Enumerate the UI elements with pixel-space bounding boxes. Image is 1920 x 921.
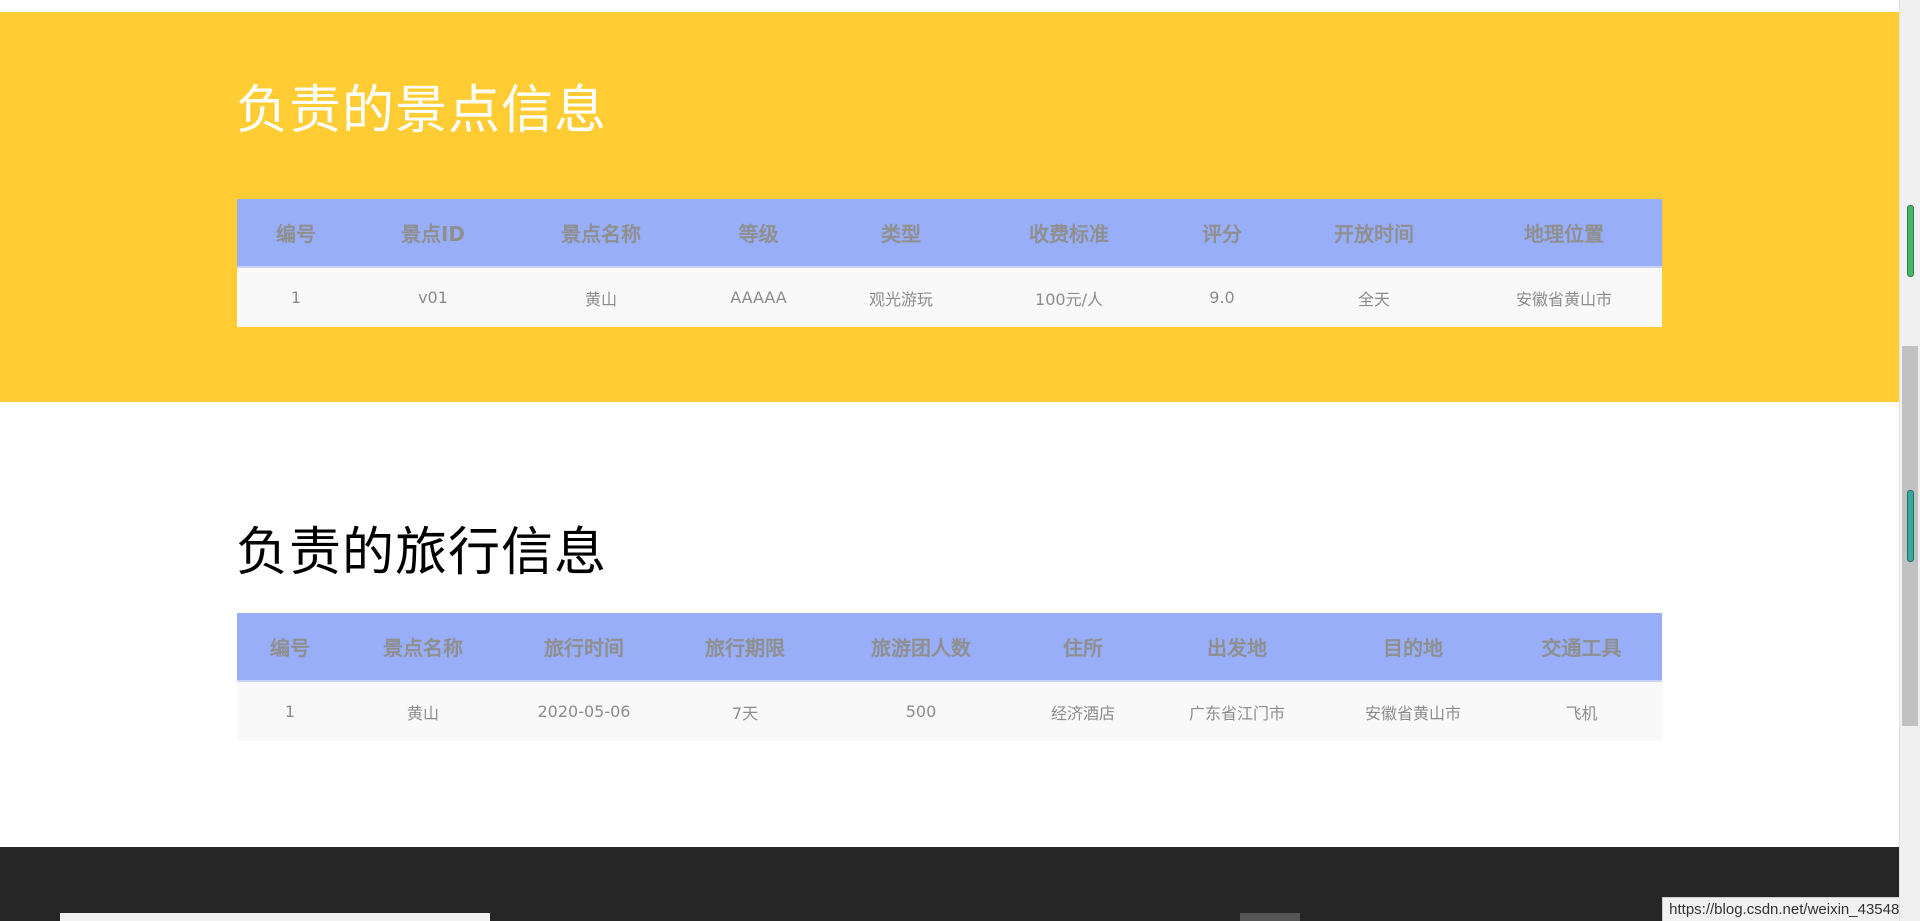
spot-info-section: 负责的景点信息 编号 景点ID 景点名称 等级 类型 收费标准 评分 开放时间 … xyxy=(0,12,1899,402)
spot-cell-type: 观光游玩 xyxy=(826,267,976,327)
scroll-marker-teal xyxy=(1907,490,1914,562)
spot-info-table: 编号 景点ID 景点名称 等级 类型 收费标准 评分 开放时间 地理位置 1 v… xyxy=(237,199,1662,327)
travel-cell-departure: 广东省江门市 xyxy=(1149,681,1325,741)
travel-cell-spot-name: 黄山 xyxy=(343,681,503,741)
spot-cell-rating: 9.0 xyxy=(1162,267,1282,327)
travel-cell-transport: 飞机 xyxy=(1501,681,1662,741)
spot-cell-spot-id: v01 xyxy=(355,267,511,327)
travel-cell-group-size: 500 xyxy=(825,681,1017,741)
travel-header-lodging: 住所 xyxy=(1017,613,1149,682)
spot-header-rating: 评分 xyxy=(1162,199,1282,268)
spot-header-spot-name: 景点名称 xyxy=(511,199,691,268)
travel-header-spot-name: 景点名称 xyxy=(343,613,503,682)
spot-header-location: 地理位置 xyxy=(1466,199,1662,268)
travel-info-table: 编号 景点名称 旅行时间 旅行期限 旅游团人数 住所 出发地 目的地 交通工具 … xyxy=(237,613,1662,741)
footer-input-edge xyxy=(60,913,490,921)
travel-section-title: 负责的旅行信息 xyxy=(236,523,608,583)
spot-cell-open-time: 全天 xyxy=(1282,267,1466,327)
spot-header-open-time: 开放时间 xyxy=(1282,199,1466,268)
travel-header-transport: 交通工具 xyxy=(1501,613,1662,682)
footer-divider xyxy=(1240,913,1300,921)
spot-header-fee: 收费标准 xyxy=(976,199,1162,268)
spot-cell-location: 安徽省黄山市 xyxy=(1466,267,1662,327)
spot-cell-id: 1 xyxy=(237,267,355,327)
status-bar-url: https://blog.csdn.net/weixin_4354831 xyxy=(1662,897,1920,921)
travel-header-duration: 旅行期限 xyxy=(665,613,825,682)
travel-table-header-row: 编号 景点名称 旅行时间 旅行期限 旅游团人数 住所 出发地 目的地 交通工具 xyxy=(237,613,1662,682)
travel-cell-lodging: 经济酒店 xyxy=(1017,681,1149,741)
scroll-marker-green xyxy=(1907,205,1914,277)
travel-header-group-size: 旅游团人数 xyxy=(825,613,1017,682)
travel-cell-id: 1 xyxy=(237,681,343,741)
spot-cell-spot-name: 黄山 xyxy=(511,267,691,327)
table-row: 1 v01 黄山 AAAAA 观光游玩 100元/人 9.0 全天 安徽省黄山市 xyxy=(237,267,1662,327)
spot-header-type: 类型 xyxy=(826,199,976,268)
table-row: 1 黄山 2020-05-06 7天 500 经济酒店 广东省江门市 安徽省黄山… xyxy=(237,681,1662,741)
travel-cell-duration: 7天 xyxy=(665,681,825,741)
page-footer xyxy=(0,847,1899,921)
top-strip xyxy=(0,0,1899,12)
spot-header-spot-id: 景点ID xyxy=(355,199,511,268)
travel-header-travel-date: 旅行时间 xyxy=(503,613,665,682)
spot-header-id: 编号 xyxy=(237,199,355,268)
travel-header-destination: 目的地 xyxy=(1325,613,1501,682)
spot-cell-fee: 100元/人 xyxy=(976,267,1162,327)
spot-cell-level: AAAAA xyxy=(691,267,826,327)
travel-header-id: 编号 xyxy=(237,613,343,682)
spot-section-title: 负责的景点信息 xyxy=(236,81,608,141)
spot-header-level: 等级 xyxy=(691,199,826,268)
travel-cell-travel-date: 2020-05-06 xyxy=(503,681,665,741)
travel-cell-destination: 安徽省黄山市 xyxy=(1325,681,1501,741)
travel-header-departure: 出发地 xyxy=(1149,613,1325,682)
spot-table-header-row: 编号 景点ID 景点名称 等级 类型 收费标准 评分 开放时间 地理位置 xyxy=(237,199,1662,268)
page-scrollbar[interactable] xyxy=(1899,0,1920,921)
